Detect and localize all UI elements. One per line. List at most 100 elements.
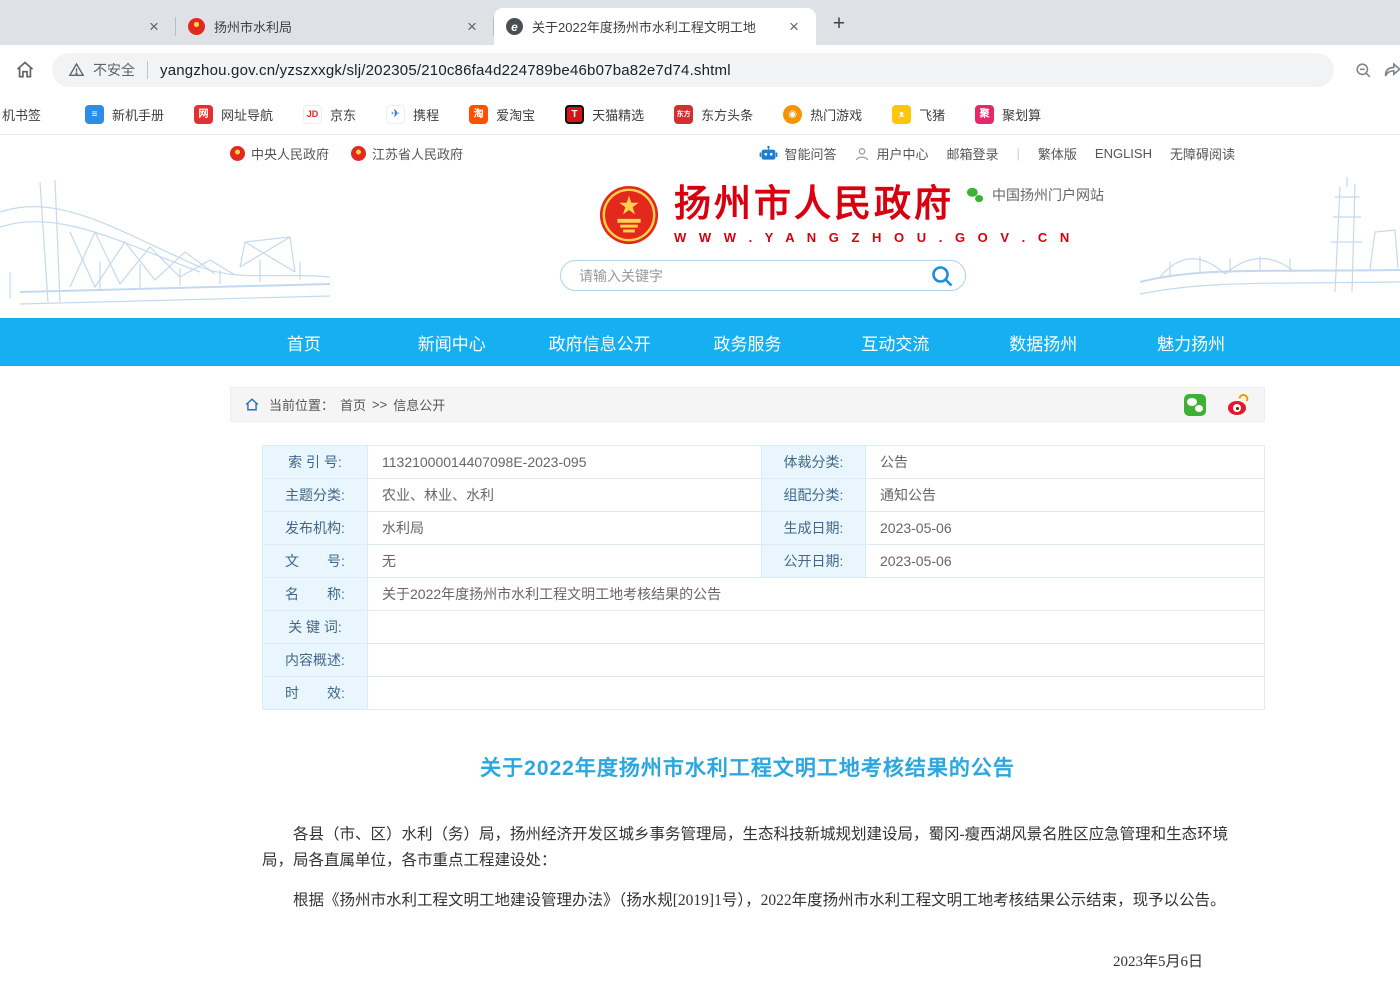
tab-shuiliju[interactable]: 扬州市水利局 × — [176, 8, 494, 45]
main-navigation: 首页 新闻中心 政府信息公开 政务服务 互动交流 数据扬州 魅力扬州 — [0, 318, 1400, 366]
meta-label: 名 称: — [263, 578, 368, 611]
search-button[interactable] — [925, 262, 959, 289]
bookmark-label: 东方头条 — [701, 105, 753, 124]
meta-label: 发布机构: — [263, 512, 368, 545]
ctrip-icon: ✈ — [386, 105, 405, 124]
user-icon — [854, 146, 870, 162]
link-jiangsu-gov[interactable]: 江苏省人民政府 — [351, 144, 463, 163]
site-favicon-icon: e — [506, 18, 523, 35]
article-title: 关于2022年度扬州市水利工程文明工地考核结果的公告 — [262, 752, 1233, 782]
tab-title: 关于2022年度扬州市水利工程文明工地 — [532, 17, 780, 36]
bookmark-item[interactable]: ✈ 携程 — [386, 105, 439, 124]
search-input[interactable] — [579, 268, 925, 284]
url-text[interactable]: yangzhou.gov.cn/yzszxxgk/slj/202305/210c… — [160, 62, 731, 79]
bridge-artwork — [0, 172, 330, 318]
meta-value-group: 通知公告 — [866, 479, 1265, 512]
url-box[interactable]: 不安全 yangzhou.gov.cn/yzszxxgk/slj/202305/… — [52, 53, 1334, 87]
breadcrumb-separator: >> — [372, 397, 387, 412]
gov-emblem-icon — [188, 18, 205, 35]
link-label: 智能问答 — [784, 144, 836, 163]
bookmark-item[interactable]: 聚 聚划算 — [975, 105, 1041, 124]
tab-close-icon[interactable]: × — [780, 13, 808, 41]
article-paragraph: 根据《扬州市水利工程文明工地建设管理办法》（扬水规[2019]1号），2022年… — [262, 888, 1233, 914]
meta-label: 生成日期: — [762, 512, 866, 545]
meta-value-genre: 公告 — [866, 446, 1265, 479]
nav-gov-info-disclosure[interactable]: 政府信息公开 — [526, 330, 674, 355]
fliggy-icon: ᴥ — [892, 105, 911, 124]
national-emblem-icon — [598, 184, 660, 246]
nav-home[interactable]: 首页 — [230, 330, 378, 355]
nav-charming-yangzhou[interactable]: 魅力扬州 — [1117, 330, 1265, 355]
bookmark-label: 机书签 — [2, 105, 41, 124]
english-link[interactable]: ENGLISH — [1095, 146, 1152, 161]
wechat-icon — [967, 188, 983, 202]
table-row: 发布机构: 水利局 生成日期: 2023-05-06 — [263, 512, 1265, 545]
tab-close-icon[interactable]: × — [140, 13, 168, 41]
gov-top-bar: 中央人民政府 江苏省人民政府 智能问答 用户中心 邮箱登录 | — [0, 135, 1400, 172]
portal-tag[interactable]: 中国扬州门户网站 — [966, 185, 1104, 205]
bookmark-item[interactable]: 东方 东方头条 — [674, 105, 753, 124]
nav-site-icon: 网 — [194, 105, 213, 124]
share-icon[interactable] — [1378, 55, 1400, 85]
new-tab-button[interactable]: + — [824, 9, 854, 39]
mail-login-link[interactable]: 邮箱登录 — [946, 144, 998, 163]
bookmark-item[interactable]: ◉ 热门游戏 — [783, 105, 862, 124]
bookmark-item[interactable]: 机书签 — [2, 105, 41, 124]
article-paragraph: 各县（市、区）水利（务）局，扬州经济开发区城乡事务管理局，生态科技新城规划建设局… — [262, 822, 1233, 874]
bookmark-label: 携程 — [413, 105, 439, 124]
table-row: 名 称: 关于2022年度扬州市水利工程文明工地考核结果的公告 — [263, 578, 1265, 611]
games-icon: ◉ — [783, 105, 802, 124]
site-masthead: 扬州市人民政府 W W W . Y A N G Z H O U . G O V … — [0, 172, 1400, 318]
meta-value-index-number: 11321000014407098E-2023-095 — [368, 446, 762, 479]
meta-value-topic: 农业、林业、水利 — [368, 479, 762, 512]
bookmark-item[interactable]: JD 京东 — [303, 105, 356, 124]
article: 关于2022年度扬州市水利工程文明工地考核结果的公告 各县（市、区）水利（务）局… — [230, 752, 1265, 997]
link-label: 江苏省人民政府 — [372, 144, 463, 163]
meta-label: 文 号: — [263, 545, 368, 578]
site-url-caption: W W W . Y A N G Z H O U . G O V . C N — [674, 230, 1074, 245]
not-secure-warning-icon — [68, 62, 85, 78]
meta-value-summary — [368, 644, 1265, 677]
breadcrumb-home-link[interactable]: 首页 — [340, 395, 366, 414]
meta-label: 索 引 号: — [263, 446, 368, 479]
traditional-chinese-link[interactable]: 繁体版 — [1038, 144, 1077, 163]
meta-value-doc-number: 无 — [368, 545, 762, 578]
bookmarks-bar: 机书签 ≡ 新机手册 网 网址导航 JD 京东 ✈ 携程 淘 爱淘宝 T 天猫精… — [0, 95, 1400, 135]
nav-interaction[interactable]: 互动交流 — [821, 330, 969, 355]
bookmark-item[interactable]: 网 网址导航 — [194, 105, 273, 124]
tab-partial[interactable]: × — [140, 8, 176, 45]
portal-label: 中国扬州门户网站 — [992, 185, 1104, 205]
meta-label: 组配分类: — [762, 479, 866, 512]
bookmark-label: 聚划算 — [1002, 105, 1041, 124]
nav-gov-services[interactable]: 政务服务 — [674, 330, 822, 355]
security-label[interactable]: 不安全 — [93, 60, 135, 80]
link-central-gov[interactable]: 中央人民政府 — [230, 144, 329, 163]
link-label: ENGLISH — [1095, 146, 1152, 161]
table-row: 文 号: 无 公开日期: 2023-05-06 — [263, 545, 1265, 578]
tab-active-announcement[interactable]: e 关于2022年度扬州市水利工程文明工地 × — [494, 8, 816, 45]
browser-address-bar: 不安全 yangzhou.gov.cn/yzszxxgk/slj/202305/… — [0, 45, 1400, 95]
bookmark-item[interactable]: ᴥ 飞猪 — [892, 105, 945, 124]
bookmark-item[interactable]: ≡ 新机手册 — [85, 105, 164, 124]
smart-qa-link[interactable]: 智能问答 — [759, 144, 836, 163]
nav-data-yangzhou[interactable]: 数据扬州 — [969, 330, 1117, 355]
user-center-link[interactable]: 用户中心 — [854, 144, 928, 163]
meta-value-agency: 水利局 — [368, 512, 762, 545]
share-weibo-icon[interactable] — [1228, 394, 1250, 416]
nav-news-center[interactable]: 新闻中心 — [378, 330, 526, 355]
divider: | — [1017, 146, 1020, 161]
breadcrumb-current[interactable]: 信息公开 — [393, 395, 445, 414]
meta-value-created-date: 2023-05-06 — [866, 512, 1265, 545]
link-label: 邮箱登录 — [946, 144, 998, 163]
share-wechat-icon[interactable] — [1184, 394, 1206, 416]
meta-label: 内容概述: — [263, 644, 368, 677]
tab-close-icon[interactable]: × — [458, 13, 486, 41]
bookmark-item[interactable]: T 天猫精选 — [565, 105, 644, 124]
accessibility-link[interactable]: 无障碍阅读 — [1170, 144, 1235, 163]
home-icon[interactable] — [10, 55, 40, 85]
meta-value-title: 关于2022年度扬州市水利工程文明工地考核结果的公告 — [368, 578, 1265, 611]
table-row: 关 键 词: — [263, 611, 1265, 644]
zoom-out-icon[interactable] — [1348, 55, 1378, 85]
bookmark-label: 京东 — [330, 105, 356, 124]
bookmark-item[interactable]: 淘 爱淘宝 — [469, 105, 535, 124]
